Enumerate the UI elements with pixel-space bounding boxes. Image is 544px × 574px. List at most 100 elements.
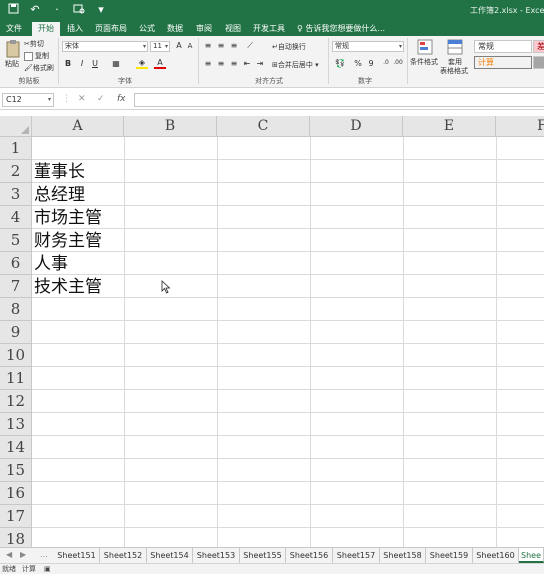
number-format-select[interactable]: 常规 ▾: [332, 41, 404, 52]
fill-color-icon[interactable]: ◈: [136, 58, 148, 69]
row-header[interactable]: 6: [0, 252, 32, 275]
macro-record-icon[interactable]: ▣: [44, 564, 51, 574]
status-calculate[interactable]: 计算: [22, 564, 36, 574]
undo-icon[interactable]: ↶: [28, 3, 42, 17]
cut-button[interactable]: ✂剪切: [24, 39, 44, 49]
cell-a6[interactable]: 人事: [34, 253, 68, 276]
borders-icon[interactable]: ▦: [110, 59, 122, 68]
font-name-select[interactable]: 宋体 ▾: [62, 41, 148, 52]
row-header[interactable]: 10: [0, 344, 32, 367]
tab-insert[interactable]: 插入: [64, 22, 86, 36]
align-bottom-icon[interactable]: ≡: [228, 41, 240, 50]
underline-button[interactable]: U: [89, 59, 101, 68]
row-header[interactable]: 13: [0, 413, 32, 436]
more-sheets-button[interactable]: ...: [40, 550, 48, 559]
format-as-table-button[interactable]: [446, 39, 464, 57]
column-header-c[interactable]: C: [217, 116, 310, 137]
insert-function-icon[interactable]: fx: [117, 94, 126, 104]
merge-center-button[interactable]: ⊞合并后居中 ▾: [272, 60, 319, 70]
row-header[interactable]: 14: [0, 436, 32, 459]
cancel-icon[interactable]: ✕: [78, 94, 86, 104]
redo-icon[interactable]: ·: [50, 3, 64, 17]
column-header-f[interactable]: F: [496, 116, 544, 137]
tab-file[interactable]: 文件: [2, 22, 26, 36]
decrease-indent-icon[interactable]: ⇤: [241, 59, 253, 68]
row-header[interactable]: 8: [0, 298, 32, 321]
row-header[interactable]: 15: [0, 459, 32, 482]
cell-a4[interactable]: 市场主管: [34, 207, 102, 230]
sheet-tab[interactable]: Sheet159: [426, 548, 473, 563]
tab-home[interactable]: 开始: [32, 22, 60, 36]
row-header[interactable]: 18: [0, 528, 32, 547]
wrap-text-button[interactable]: ↵自动换行: [272, 42, 306, 52]
currency-icon[interactable]: 💱: [334, 59, 346, 68]
scroll-left-icon[interactable]: ◀: [6, 550, 12, 559]
orientation-icon[interactable]: ⟋: [244, 41, 256, 51]
row-header[interactable]: 12: [0, 390, 32, 413]
formula-input[interactable]: [134, 93, 544, 107]
tab-page-layout[interactable]: 页面布局: [94, 22, 128, 36]
cell-a3[interactable]: 总经理: [34, 184, 85, 207]
select-all-button[interactable]: [0, 116, 32, 137]
sheet-tab[interactable]: Sheet157: [333, 548, 380, 563]
tab-developer[interactable]: 开发工具: [252, 22, 286, 36]
row-header[interactable]: 4: [0, 206, 32, 229]
row-header[interactable]: 11: [0, 367, 32, 390]
row-header[interactable]: 5: [0, 229, 32, 252]
cell-a2[interactable]: 董事长: [34, 161, 85, 184]
increase-indent-icon[interactable]: ⇥: [254, 59, 266, 68]
row-header[interactable]: 16: [0, 482, 32, 505]
align-center-icon[interactable]: ≡: [215, 59, 227, 68]
sheet-tab-active[interactable]: Shee: [519, 548, 544, 563]
percent-button[interactable]: %: [352, 59, 364, 68]
font-size-select[interactable]: 11 ▾: [150, 41, 170, 52]
conditional-format-button[interactable]: [412, 39, 438, 57]
align-right-icon[interactable]: ≡: [228, 59, 240, 68]
row-header[interactable]: 9: [0, 321, 32, 344]
align-top-icon[interactable]: ≡: [202, 41, 214, 50]
column-header-d[interactable]: D: [310, 116, 403, 137]
decrease-decimal-icon[interactable]: .00: [392, 59, 404, 66]
bold-button[interactable]: B: [62, 59, 74, 68]
align-middle-icon[interactable]: ≡: [215, 41, 227, 50]
column-header-e[interactable]: E: [403, 116, 496, 137]
sheet-tab[interactable]: Sheet152: [100, 548, 147, 563]
spreadsheet-grid[interactable]: A B C D E F 1 2 3 4 5 6 7 8 9 10 11 12 1…: [0, 116, 544, 547]
sheet-tab[interactable]: Sheet158: [380, 548, 426, 563]
comma-button[interactable]: 9: [365, 59, 377, 68]
italic-button[interactable]: I: [76, 59, 88, 68]
scroll-right-icon[interactable]: ▶: [20, 550, 26, 559]
cell-a7[interactable]: 技术主管: [34, 276, 102, 299]
print-preview-icon[interactable]: [72, 3, 86, 17]
cell-a5[interactable]: 财务主管: [34, 230, 102, 253]
row-header[interactable]: 17: [0, 505, 32, 528]
tell-me-search[interactable]: ♀ 告诉我您想要做什么...: [297, 22, 385, 36]
shrink-font-button[interactable]: A: [184, 42, 196, 50]
enter-icon[interactable]: ✓: [97, 94, 105, 104]
sheet-tab[interactable]: Sheet155: [240, 548, 286, 563]
font-color-icon[interactable]: A: [154, 58, 166, 69]
tab-formulas[interactable]: 公式: [136, 22, 158, 36]
style-bad[interactable]: 差: [533, 40, 544, 53]
copy-button[interactable]: 复制: [24, 51, 49, 61]
row-header[interactable]: 1: [0, 137, 32, 160]
align-left-icon[interactable]: ≡: [202, 59, 214, 68]
sheet-tab[interactable]: Sheet151: [54, 548, 100, 563]
sheet-tab[interactable]: Sheet154: [147, 548, 193, 563]
style-check-cell[interactable]: [533, 56, 544, 69]
save-icon[interactable]: [6, 3, 20, 17]
format-painter-button[interactable]: 🖌格式刷: [24, 63, 54, 73]
style-normal[interactable]: 常规: [474, 40, 532, 53]
tab-review[interactable]: 审阅: [193, 22, 215, 36]
row-header[interactable]: 2: [0, 160, 32, 183]
column-header-b[interactable]: B: [124, 116, 217, 137]
customize-icon[interactable]: ▾: [94, 3, 108, 17]
increase-decimal-icon[interactable]: .0: [380, 59, 392, 66]
tab-data[interactable]: 数据: [164, 22, 186, 36]
column-header-a[interactable]: A: [32, 116, 124, 137]
sheet-tab[interactable]: Sheet156: [286, 548, 333, 563]
tab-view[interactable]: 视图: [222, 22, 244, 36]
row-header[interactable]: 3: [0, 183, 32, 206]
name-box[interactable]: C12 ▾: [2, 93, 54, 107]
paste-button[interactable]: [3, 40, 23, 60]
